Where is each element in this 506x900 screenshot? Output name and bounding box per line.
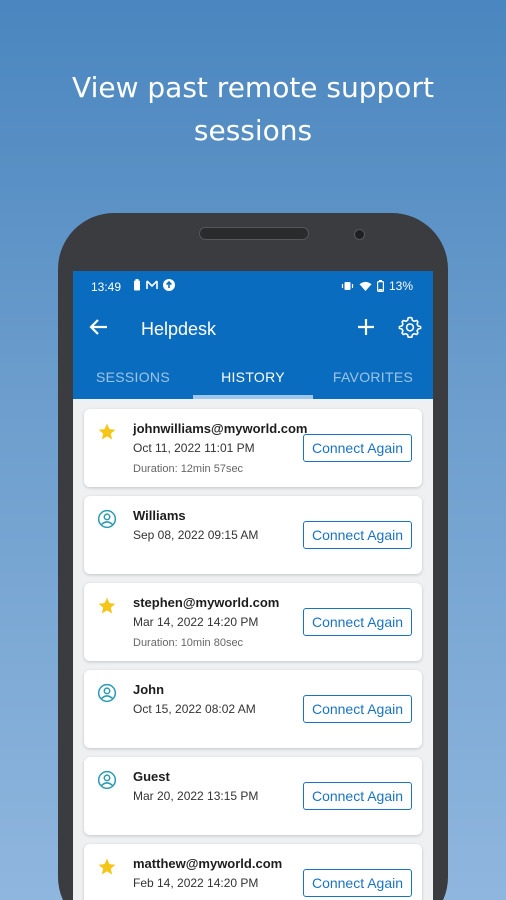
battery-percentage: 13% bbox=[388, 279, 413, 293]
session-date: Oct 11, 2022 11:01 PM bbox=[133, 441, 255, 455]
history-card: Guest Mar 20, 2022 13:15 PM Connect Agai… bbox=[84, 757, 422, 835]
headline: View past remote support sessions bbox=[0, 66, 506, 152]
status-time: 13:49 bbox=[91, 280, 122, 294]
headline-line-2: sessions bbox=[193, 114, 313, 147]
history-card: Williams Sep 08, 2022 09:15 AM Connect A… bbox=[84, 496, 422, 574]
connect-again-button[interactable]: Connect Again bbox=[303, 695, 412, 723]
headline-line-1: View past remote support bbox=[72, 71, 434, 104]
connect-again-button[interactable]: Connect Again bbox=[303, 782, 412, 810]
battery-icon bbox=[376, 280, 384, 292]
tab-bar: SESSIONS HISTORY FAVORITES bbox=[73, 365, 433, 399]
person-icon bbox=[97, 683, 117, 703]
star-icon bbox=[98, 597, 116, 614]
connect-again-button[interactable]: Connect Again bbox=[303, 434, 412, 462]
upload-icon bbox=[163, 279, 175, 291]
session-date: Mar 14, 2022 14:20 PM bbox=[133, 615, 259, 629]
tab-favorites[interactable]: FAVORITES bbox=[313, 365, 433, 399]
contact-name: johnwilliams@myworld.com bbox=[133, 421, 308, 436]
tab-sessions[interactable]: SESSIONS bbox=[73, 365, 193, 399]
plus-icon[interactable] bbox=[354, 315, 378, 339]
history-card: stephen@myworld.com Mar 14, 2022 14:20 P… bbox=[84, 583, 422, 661]
session-date: Oct 15, 2022 08:02 AM bbox=[133, 702, 256, 716]
connect-again-button[interactable]: Connect Again bbox=[303, 608, 412, 636]
connect-again-button[interactable]: Connect Again bbox=[303, 521, 412, 549]
phone-frame: 13:49 13% Helpdesk SESSIONS HISTORY FAVO… bbox=[58, 213, 448, 900]
session-date: Mar 20, 2022 13:15 PM bbox=[133, 789, 259, 803]
contact-name: stephen@myworld.com bbox=[133, 595, 280, 610]
session-date: Sep 08, 2022 09:15 AM bbox=[133, 528, 259, 542]
app-bar: 13:49 13% Helpdesk SESSIONS HISTORY FAVO… bbox=[73, 271, 433, 399]
session-duration: Duration: 10min 80sec bbox=[133, 637, 244, 649]
person-icon bbox=[97, 509, 117, 529]
arrow-left-icon[interactable] bbox=[87, 315, 111, 339]
phone-camera bbox=[354, 229, 365, 240]
star-icon bbox=[98, 858, 116, 875]
phone-screen: 13:49 13% Helpdesk SESSIONS HISTORY FAVO… bbox=[73, 271, 433, 900]
contact-name: John bbox=[133, 682, 165, 697]
history-card: matthew@myworld.com Feb 14, 2022 14:20 P… bbox=[84, 844, 422, 900]
contact-name: Guest bbox=[133, 769, 170, 784]
vibrate-icon bbox=[341, 282, 354, 290]
phone-speaker bbox=[199, 227, 309, 240]
connect-again-button[interactable]: Connect Again bbox=[303, 869, 412, 897]
person-icon bbox=[97, 770, 117, 790]
gear-icon[interactable] bbox=[398, 315, 422, 339]
gmail-icon bbox=[146, 280, 158, 289]
page-title: Helpdesk bbox=[141, 319, 217, 339]
battery-saver-icon bbox=[134, 279, 140, 291]
status-bar: 13:49 13% bbox=[73, 271, 433, 301]
history-card: John Oct 15, 2022 08:02 AM Connect Again bbox=[84, 670, 422, 748]
session-date: Feb 14, 2022 14:20 PM bbox=[133, 876, 259, 890]
tab-history[interactable]: HISTORY bbox=[193, 365, 313, 399]
history-list: johnwilliams@myworld.com Oct 11, 2022 11… bbox=[84, 409, 422, 900]
history-card: johnwilliams@myworld.com Oct 11, 2022 11… bbox=[84, 409, 422, 487]
star-icon bbox=[98, 423, 116, 440]
wifi-icon bbox=[359, 281, 372, 291]
contact-name: matthew@myworld.com bbox=[133, 856, 283, 871]
toolbar: Helpdesk bbox=[73, 309, 433, 349]
session-duration: Duration: 12min 57sec bbox=[133, 463, 244, 475]
contact-name: Williams bbox=[133, 508, 186, 523]
